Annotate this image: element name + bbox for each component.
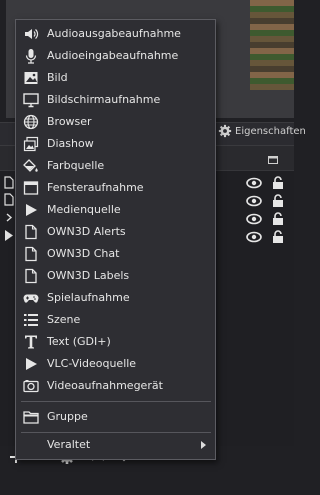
gear-icon [218, 124, 232, 138]
menu-item-own3d-alerts[interactable]: OWN3D Alerts [16, 221, 215, 243]
unlock-icon[interactable] [270, 176, 286, 190]
list-icon [23, 312, 39, 328]
menu-item-own3d-labels[interactable]: OWN3D Labels [16, 265, 215, 287]
source-file-icon [4, 193, 14, 206]
preview-image [250, 0, 294, 90]
menu-item-game-capture[interactable]: Spielaufnahme [16, 287, 215, 309]
window-icon [23, 180, 39, 196]
menu-item-slideshow[interactable]: Diashow [16, 133, 215, 155]
properties-label: Eigenschaften [235, 125, 306, 137]
submenu-arrow-icon [201, 441, 206, 449]
menu-separator [21, 401, 211, 402]
unlock-icon[interactable] [270, 212, 286, 226]
menu-item-window-capture[interactable]: Fensteraufnahme [16, 177, 215, 199]
menu-item-text-gdi[interactable]: Text (GDI+) [16, 331, 215, 353]
slideshow-icon [23, 136, 39, 152]
menu-item-color-source[interactable]: Farbquelle [16, 155, 215, 177]
menu-item-video-capture-device[interactable]: Videoaufnahmegerät [16, 375, 215, 397]
eye-icon[interactable] [246, 212, 262, 226]
properties-button[interactable]: Eigenschaften [218, 124, 306, 138]
source-row-controls [246, 230, 286, 244]
folder-icon [23, 409, 39, 425]
eye-icon[interactable] [246, 194, 262, 208]
camera-icon [23, 378, 39, 394]
chevron-right-icon[interactable] [4, 211, 14, 224]
menu-item-own3d-chat[interactable]: OWN3D Chat [16, 243, 215, 265]
document-icon [23, 224, 39, 240]
menu-item-audio-output[interactable]: Audioausgabeaufnahme [16, 23, 215, 45]
source-row-controls [246, 212, 286, 226]
unlock-icon[interactable] [270, 194, 286, 208]
menu-item-vlc-video[interactable]: VLC-Videoquelle [16, 353, 215, 375]
eye-icon[interactable] [246, 230, 262, 244]
menu-item-deprecated[interactable]: Veraltet [16, 434, 215, 456]
menu-item-audio-input[interactable]: Audioeingabeaufnahme [16, 45, 215, 67]
text-icon [23, 334, 39, 350]
menu-item-display-capture[interactable]: Bildschirmaufnahme [16, 89, 215, 111]
source-row-controls [246, 176, 286, 190]
menu-separator [21, 432, 211, 433]
play-icon [23, 356, 39, 372]
unlock-icon[interactable] [270, 230, 286, 244]
document-icon [23, 246, 39, 262]
source-file-icon [4, 176, 14, 189]
monitor-icon [23, 92, 39, 108]
menu-item-scene[interactable]: Szene [16, 309, 215, 331]
menu-item-media-source[interactable]: Medienquelle [16, 199, 215, 221]
menu-item-group[interactable]: Gruppe [16, 406, 215, 428]
play-icon [23, 202, 39, 218]
speaker-icon [23, 26, 39, 42]
paint-bucket-icon [23, 158, 39, 174]
add-source-menu: Audioausgabeaufnahme Audioeingabeaufnahm… [15, 19, 216, 460]
source-row-controls [246, 194, 286, 208]
document-icon [23, 268, 39, 284]
globe-icon [23, 114, 39, 130]
menu-item-image[interactable]: Bild [16, 67, 215, 89]
image-icon [23, 70, 39, 86]
eye-icon[interactable] [246, 176, 262, 190]
menu-item-browser[interactable]: Browser [16, 111, 215, 133]
gamepad-icon [23, 290, 39, 306]
dock-float-icon[interactable] [268, 156, 278, 164]
microphone-icon [23, 48, 39, 64]
play-icon [5, 230, 13, 241]
